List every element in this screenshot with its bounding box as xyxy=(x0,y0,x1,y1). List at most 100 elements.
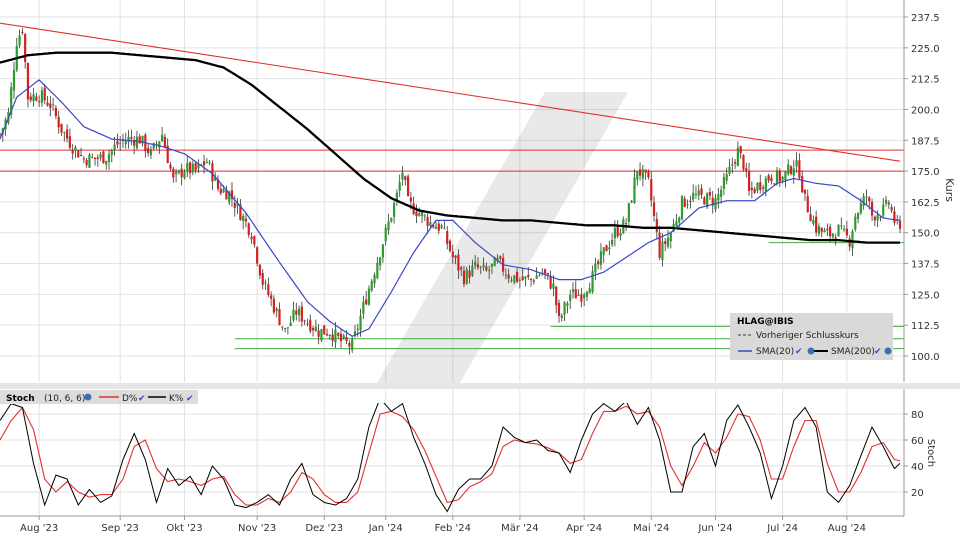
candle-body xyxy=(655,218,658,232)
candle-body xyxy=(862,196,865,206)
candle-body xyxy=(812,219,815,224)
candle-body xyxy=(527,274,530,277)
legend-sma20-check-icon[interactable]: ✔ xyxy=(795,347,803,357)
candle-body xyxy=(317,330,320,337)
candle-body xyxy=(158,141,161,148)
candle-body xyxy=(529,278,533,280)
stoch-legend: Stoch (10, 6, 6) D% ✔ K% ✔ xyxy=(0,390,198,404)
stoch-k-check-icon[interactable]: ✔ xyxy=(186,394,194,404)
candle-body xyxy=(532,280,535,282)
candle-body xyxy=(616,226,619,237)
candle-body xyxy=(605,245,608,252)
candle-body xyxy=(784,171,787,180)
price-tick-label: 162.5 xyxy=(911,198,940,209)
candle-body xyxy=(868,197,871,202)
candle-body xyxy=(585,292,589,297)
candle-body xyxy=(882,204,885,216)
candle-body xyxy=(105,160,108,165)
candle-body xyxy=(633,177,636,203)
stoch-title: Stoch xyxy=(6,394,35,404)
candle-body xyxy=(468,270,471,278)
candle-body xyxy=(638,169,642,176)
candle-body xyxy=(759,182,762,190)
candle-body xyxy=(68,136,71,148)
candle-body xyxy=(580,294,583,302)
candle-body xyxy=(454,255,457,258)
x-tick-label: Aug '23 xyxy=(20,523,58,534)
candle-body xyxy=(381,244,385,258)
candle-body xyxy=(471,265,474,276)
candle-body xyxy=(848,238,851,247)
candle-body xyxy=(893,211,896,223)
candle-body xyxy=(753,188,756,193)
candle-body xyxy=(775,170,779,184)
price-tick-label: 100.0 xyxy=(911,352,940,363)
candle-body xyxy=(314,326,317,332)
price-tick-label: 150.0 xyxy=(911,229,940,240)
stoch-d-check-icon[interactable]: ✔ xyxy=(138,394,146,404)
candle-body xyxy=(401,172,404,180)
candle-body xyxy=(831,233,835,238)
candle-body xyxy=(323,325,326,335)
candle-body xyxy=(242,216,245,222)
candle-body xyxy=(295,310,298,315)
candle-body xyxy=(669,232,672,242)
candle-body xyxy=(624,223,628,225)
candle-body xyxy=(163,136,167,148)
candle-body xyxy=(756,182,759,191)
candle-body xyxy=(169,164,172,169)
candle-body xyxy=(409,197,412,202)
candle-body xyxy=(281,326,284,328)
legend-sma200-settings-icon[interactable] xyxy=(884,347,892,355)
price-tick-label: 112.5 xyxy=(911,321,940,332)
legend-title: HLAG@IBIS xyxy=(737,317,794,327)
candle-body xyxy=(261,273,264,285)
legend-sma200-check-icon[interactable]: ✔ xyxy=(874,347,882,357)
candle-body xyxy=(258,264,262,276)
candle-body xyxy=(546,273,549,275)
candle-body xyxy=(376,262,379,278)
stoch-panel xyxy=(0,389,904,516)
candle-body xyxy=(560,315,563,318)
candle-body xyxy=(574,289,577,299)
candle-body xyxy=(613,228,617,239)
candle-body xyxy=(764,178,767,192)
candle-body xyxy=(566,303,569,306)
candle-body xyxy=(300,306,303,322)
legend-sma20-settings-icon[interactable] xyxy=(807,347,815,355)
candle-body xyxy=(415,211,418,217)
candle-body xyxy=(630,200,633,203)
price-axis-label: Kurs xyxy=(943,178,956,202)
candle-body xyxy=(384,227,387,242)
candle-body xyxy=(555,286,558,306)
candle-body xyxy=(778,170,781,182)
candle-body xyxy=(820,227,823,232)
candle-body xyxy=(865,196,868,198)
candle-body xyxy=(826,228,829,231)
candle-body xyxy=(742,155,745,170)
candle-body xyxy=(499,256,502,259)
stoch-settings-icon[interactable] xyxy=(84,393,92,401)
price-tick-label: 225.0 xyxy=(911,44,940,55)
candle-body xyxy=(379,257,382,266)
candle-body xyxy=(191,163,194,173)
stoch-axis-ticks: 20 40 60 80 xyxy=(904,410,924,499)
candle-body xyxy=(795,160,798,167)
candle-body xyxy=(18,35,21,46)
candle-body xyxy=(736,147,739,167)
candle-body xyxy=(845,228,848,236)
candle-body xyxy=(334,329,337,343)
candle-body xyxy=(485,266,488,271)
candle-body xyxy=(43,87,46,101)
candle-body xyxy=(518,279,521,281)
candle-body xyxy=(647,170,650,178)
candle-body xyxy=(675,221,678,227)
candle-body xyxy=(99,154,102,158)
x-tick-label: Aug '24 xyxy=(828,523,866,534)
candle-body xyxy=(803,189,807,194)
candle-body xyxy=(898,220,902,229)
price-tick-label: 237.5 xyxy=(911,13,940,24)
stoch-tick-label: 60 xyxy=(911,436,924,447)
candle-body xyxy=(781,176,784,181)
candle-body xyxy=(161,134,164,142)
